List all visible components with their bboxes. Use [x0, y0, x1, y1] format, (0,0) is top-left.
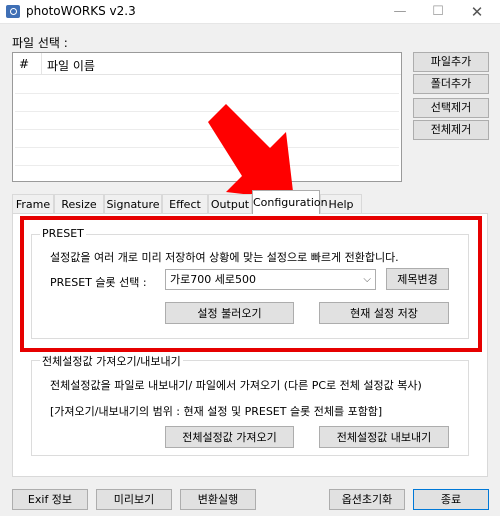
row-divider: [15, 111, 399, 112]
tab-signature[interactable]: Signature: [104, 194, 162, 214]
tab-configuration[interactable]: Configuration: [252, 190, 328, 214]
row-divider: [15, 93, 399, 94]
exif-info-button[interactable]: Exif 정보: [12, 489, 88, 510]
tab-resize[interactable]: Resize: [54, 194, 104, 214]
tab-output[interactable]: Output: [208, 194, 252, 214]
exit-button[interactable]: 종료: [413, 489, 489, 510]
import-export-group-title: 전체설정값 가져오기/내보내기: [40, 353, 183, 369]
convert-button[interactable]: 변환실행: [180, 489, 256, 510]
row-divider: [15, 165, 399, 166]
minimize-button[interactable]: —: [380, 0, 420, 24]
import-export-group: 전체설정값 가져오기/내보내기: [31, 353, 469, 456]
remove-selected-button[interactable]: 선택제거: [413, 98, 489, 118]
preview-button[interactable]: 미리보기: [96, 489, 172, 510]
camera-icon: [6, 5, 20, 18]
preset-group-title: PRESET: [40, 227, 86, 240]
column-header-number[interactable]: #: [19, 57, 29, 71]
reset-options-button[interactable]: 옵션초기화: [329, 489, 405, 510]
maximize-button[interactable]: ☐: [418, 0, 458, 24]
file-list[interactable]: # 파일 이름: [12, 52, 402, 182]
column-divider: [41, 53, 42, 75]
add-folder-button[interactable]: 폴더추가: [413, 74, 489, 94]
add-file-button[interactable]: 파일추가: [413, 52, 489, 72]
file-list-header: # 파일 이름: [13, 53, 401, 75]
close-button[interactable]: ✕: [454, 0, 500, 24]
preset-group: PRESET: [31, 227, 469, 339]
remove-all-button[interactable]: 전체제거: [413, 120, 489, 140]
window-title: photoWORKS v2.3: [26, 4, 136, 18]
row-divider: [15, 129, 399, 130]
row-divider: [15, 147, 399, 148]
red-arrow-icon: [208, 104, 294, 200]
column-header-filename[interactable]: 파일 이름: [47, 57, 95, 74]
tab-effect[interactable]: Effect: [162, 194, 208, 214]
file-select-label: 파일 선택 :: [12, 36, 68, 50]
title-bar: photoWORKS v2.3 — ☐ ✕: [0, 0, 500, 24]
tab-frame[interactable]: Frame: [12, 194, 54, 214]
